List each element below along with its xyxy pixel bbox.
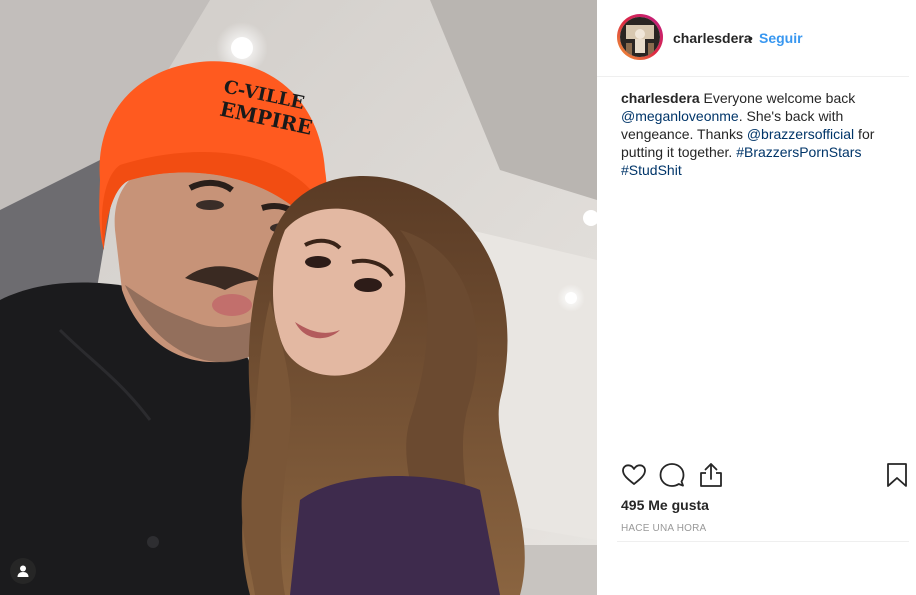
user-tag-icon (17, 565, 29, 577)
like-count[interactable]: 495 Me gusta (621, 497, 709, 513)
post-header: charlesdera • Seguir (597, 0, 909, 77)
mention-link[interactable]: @brazzersofficial (747, 126, 854, 142)
follow-button[interactable]: Seguir (759, 30, 803, 46)
user-tag-button[interactable] (10, 558, 36, 584)
mention-link[interactable]: @meganloveonme (621, 108, 739, 124)
caption-username[interactable]: charlesdera (621, 90, 700, 106)
save-button[interactable] (885, 462, 909, 493)
separator-dot: • (748, 30, 753, 46)
story-ring[interactable] (617, 14, 663, 60)
action-bar (621, 462, 911, 490)
caption-text: Everyone welcome back (703, 90, 856, 106)
bookmark-icon (887, 463, 907, 487)
comment-button[interactable] (659, 462, 685, 493)
comment-icon (659, 463, 685, 487)
heart-icon (622, 464, 646, 485)
share-icon (700, 463, 722, 487)
post-timestamp[interactable]: HACE UNA HORA (621, 523, 706, 534)
username-link[interactable]: charlesdera (673, 30, 752, 46)
hashtag-link[interactable]: #BrazzersPornStars (736, 144, 861, 160)
divider (617, 541, 909, 542)
post-side-panel: charlesdera • Seguir charlesdera Everyon… (597, 0, 916, 595)
avatar-image (620, 17, 660, 57)
avatar[interactable] (620, 17, 660, 57)
post-photo[interactable]: C-VILLE EMPIRE (0, 0, 597, 595)
hashtag-link[interactable]: #StudShit (621, 162, 682, 178)
share-button[interactable] (698, 462, 724, 493)
selfie-image: C-VILLE EMPIRE (0, 0, 597, 595)
post-caption: charlesdera Everyone welcome back @megan… (621, 89, 885, 179)
like-button[interactable] (621, 462, 647, 493)
